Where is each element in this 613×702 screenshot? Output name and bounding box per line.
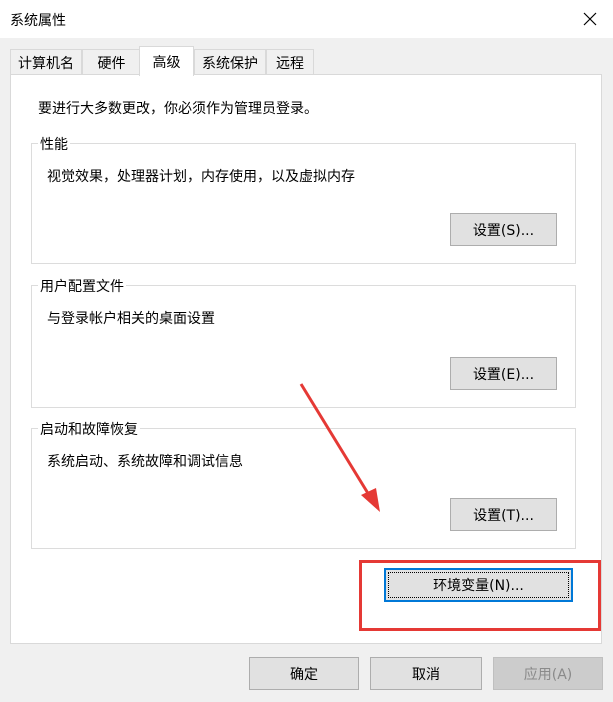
apply-button[interactable]: 应用(A) [493, 657, 603, 690]
performance-description: 视觉效果，处理器计划，内存使用，以及虚拟内存 [47, 169, 355, 185]
tab-remote[interactable]: 远程 [266, 49, 314, 75]
performance-group-title: 性能 [38, 134, 70, 154]
annotation-highlight-box [359, 560, 601, 631]
user-profiles-description: 与登录帐户相关的桌面设置 [47, 311, 215, 327]
title-bar: 系统属性 [0, 0, 613, 38]
startup-recovery-description: 系统启动、系统故障和调试信息 [47, 454, 243, 470]
tab-system-protection[interactable]: 系统保护 [194, 49, 266, 75]
user-profiles-group: 用户配置文件 与登录帐户相关的桌面设置 设置(E)... [31, 276, 576, 408]
tab-hardware[interactable]: 硬件 [82, 49, 141, 75]
performance-group: 性能 视觉效果，处理器计划，内存使用，以及虚拟内存 设置(S)... [31, 134, 576, 264]
startup-recovery-group: 启动和故障恢复 系统启动、系统故障和调试信息 设置(T)... [31, 419, 576, 549]
close-icon [583, 12, 597, 26]
tab-advanced[interactable]: 高级 [139, 46, 194, 76]
user-profiles-settings-button[interactable]: 设置(E)... [450, 357, 557, 390]
performance-settings-button[interactable]: 设置(S)... [450, 213, 557, 246]
window-title: 系统属性 [10, 13, 66, 29]
admin-notice: 要进行大多数更改，你必须作为管理员登录。 [38, 101, 318, 117]
cancel-button[interactable]: 取消 [370, 657, 482, 690]
close-button[interactable] [567, 0, 613, 38]
startup-recovery-settings-button[interactable]: 设置(T)... [450, 498, 557, 531]
tab-computer-name[interactable]: 计算机名 [10, 49, 82, 75]
ok-button[interactable]: 确定 [249, 657, 359, 690]
user-profiles-group-title: 用户配置文件 [38, 276, 126, 296]
advanced-tab-panel: 要进行大多数更改，你必须作为管理员登录。 性能 视觉效果，处理器计划，内存使用，… [10, 74, 602, 644]
startup-recovery-group-title: 启动和故障恢复 [38, 419, 140, 439]
